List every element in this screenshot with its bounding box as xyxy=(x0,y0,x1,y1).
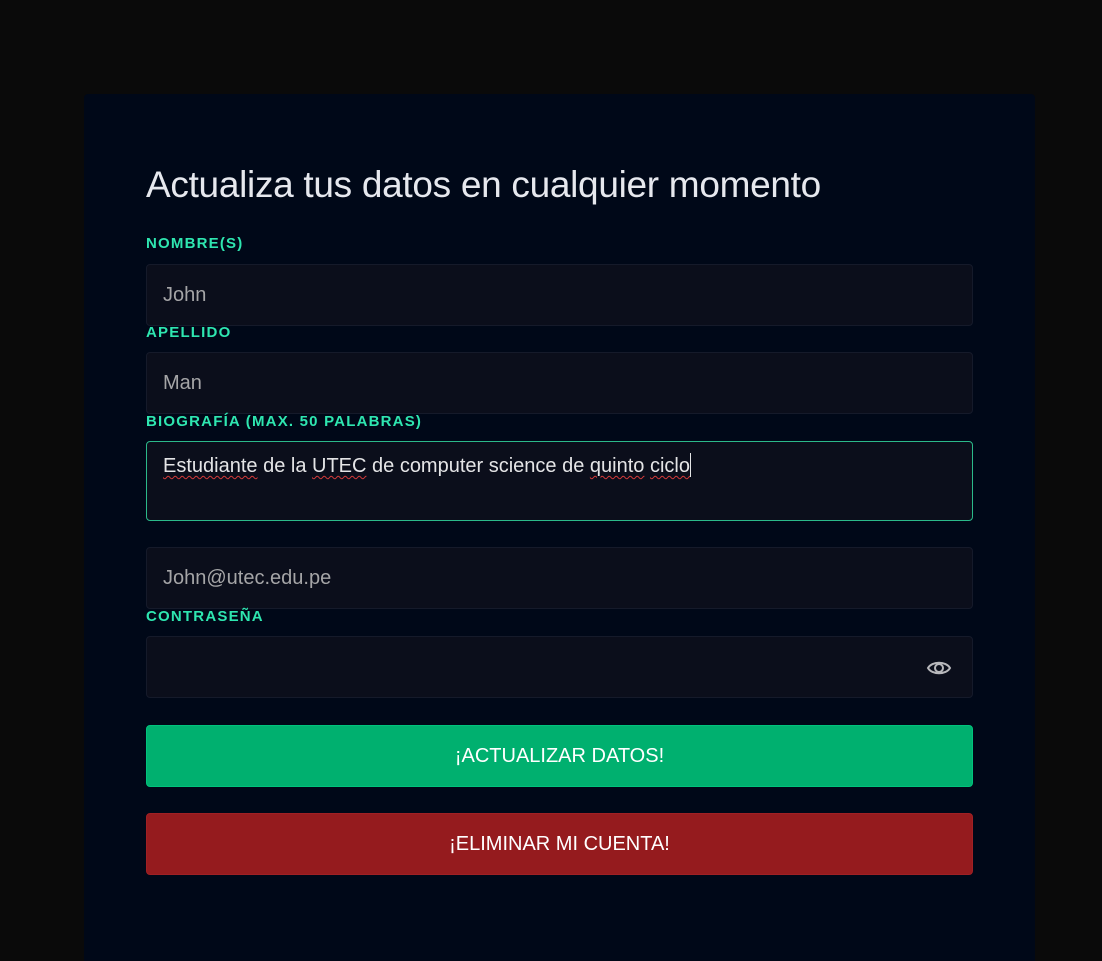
bio-text: de la xyxy=(257,455,312,477)
eye-icon[interactable] xyxy=(926,656,952,680)
nombre-label: NOMBRE(S) xyxy=(146,235,244,252)
nombre-input[interactable]: John xyxy=(146,264,973,326)
password-input[interactable] xyxy=(146,636,973,698)
bio-word: ciclo xyxy=(649,455,690,477)
profile-card: Actualiza tus datos en cualquier momento… xyxy=(84,94,1035,961)
biografia-textarea[interactable]: Estudiante de la UTEC de computer scienc… xyxy=(146,441,973,521)
bio-text: de computer science de xyxy=(366,455,590,477)
email-input[interactable]: John@utec.edu.pe xyxy=(146,547,973,609)
bio-word: quinto xyxy=(589,455,645,477)
bio-word: UTEC xyxy=(312,455,367,477)
bio-word: Estudiante xyxy=(163,455,258,477)
delete-account-button[interactable]: ¡ELIMINAR MI CUENTA! xyxy=(146,813,973,875)
page-title: Actualiza tus datos en cualquier momento xyxy=(146,164,821,205)
text-caret xyxy=(690,453,691,477)
apellido-input[interactable]: Man xyxy=(146,352,973,414)
biografia-label: BIOGRAFÍA (MAX. 50 PALABRAS) xyxy=(146,413,423,430)
apellido-label: APELLIDO xyxy=(146,324,232,341)
contrasena-label: CONTRASEÑA xyxy=(146,608,264,625)
update-data-button[interactable]: ¡ACTUALIZAR DATOS! xyxy=(146,725,973,787)
